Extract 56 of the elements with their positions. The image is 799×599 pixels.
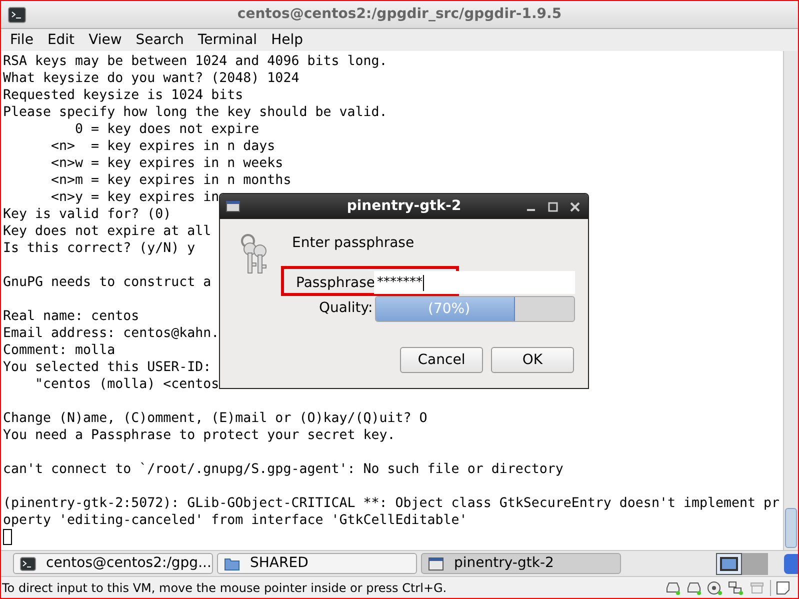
folder-icon <box>224 556 240 570</box>
terminal-line: operty 'editing-canceled' from interface 'GtkCellEditable' <box>3 513 468 528</box>
window-icon <box>226 201 240 212</box>
terminal-line: Change (N)ame, (C)omment, (E)mail or (O)kay/(Q)uit? O <box>3 411 428 426</box>
terminal-line: can't connect to `/root/.gnupg/S.gpg-agent': No such file or directory <box>3 462 564 477</box>
terminal-line: <n> = key expires in n days <box>50 139 276 154</box>
passphrase-label: Passphrase <box>296 274 375 293</box>
menu-item[interactable]: Help <box>264 28 310 52</box>
terminal-line: Requested keysize is 1024 bits <box>3 88 244 103</box>
workspace-switch[interactable] <box>716 552 742 574</box>
window-title: centos@centos2:/gpgdir_src/gpgdir-1.9.5 <box>237 5 562 24</box>
menu-item[interactable]: Search <box>128 28 191 52</box>
workspace-switch[interactable] <box>742 552 768 574</box>
passphrase-field[interactable]: ******* <box>374 271 575 294</box>
terminal-icon <box>20 556 36 570</box>
terminal-line: Is this correct? (y/N) y <box>3 241 196 256</box>
taskbar-button[interactable]: SHARED <box>217 553 417 574</box>
terminal-line: You selected this USER-ID: <box>3 360 212 375</box>
menu-item[interactable]: File <box>3 28 40 52</box>
network-icon[interactable] <box>728 580 744 594</box>
terminal-line: GnuPG needs to construct a <box>3 275 212 290</box>
dialog-button[interactable]: OK <box>491 347 574 373</box>
disc-icon[interactable] <box>707 580 723 594</box>
terminal-line: <n>y = key expires in <box>50 190 220 205</box>
menu-item[interactable]: Edit <box>40 28 82 52</box>
terminal-line: 0 = key does not expire <box>74 122 260 137</box>
terminal-icon <box>8 6 26 22</box>
prompt-text: Enter passphrase <box>292 234 414 253</box>
quality-label: Quality: <box>319 299 373 318</box>
window-icon <box>428 556 444 570</box>
dialog-button[interactable]: Cancel <box>400 347 483 373</box>
maximize-icon[interactable] <box>548 202 558 212</box>
text-cursor <box>3 529 12 545</box>
terminal-line: "centos (molla) <centos <box>34 377 220 392</box>
terminal-line: <n>m = key expires in n months <box>50 173 292 188</box>
terminal-line: (pinentry-gtk-2:5072): GLib-GObject-CRITICAL **: Object class GtkSecureEntry doesn't implement pr <box>3 496 780 511</box>
note-icon[interactable] <box>776 580 790 594</box>
terminal-line: What keysize do you want? (2048) 1024 <box>3 71 300 86</box>
status-text: To direct input to this VM, move the mouse pointer inside or press Ctrl+G. <box>1 580 448 596</box>
terminal-line: Key is valid for? (0) <box>3 207 172 222</box>
taskbar-button[interactable]: pinentry-gtk-2 <box>421 553 621 574</box>
terminal-line: Key does not expire at all <box>3 224 212 239</box>
terminal-line: You need a Passphrase to protect your secret key. <box>3 428 396 443</box>
quality-reading: (70%) <box>428 300 470 319</box>
terminal-line: RSA keys may be between 1024 and 4096 bits long. <box>3 54 388 69</box>
terminal-line: <n>w = key expires in n weeks <box>50 156 284 171</box>
terminal-line: Please specify how long the key should be valid. <box>3 105 388 120</box>
close-icon[interactable] <box>570 202 580 212</box>
terminal-line: Comment: molla <box>3 343 116 358</box>
menu-item[interactable]: View <box>82 28 129 52</box>
terminal-line: Email address: centos@kahn. <box>3 326 220 341</box>
taskbar-button[interactable]: centos@centos2:/gpg... <box>13 553 213 574</box>
scrollbar[interactable] <box>783 51 798 550</box>
menu-item[interactable]: Terminal <box>190 28 264 52</box>
dialog-title: pinentry-gtk-2 <box>346 197 462 216</box>
terminal-line: Real name: centos <box>3 309 140 324</box>
